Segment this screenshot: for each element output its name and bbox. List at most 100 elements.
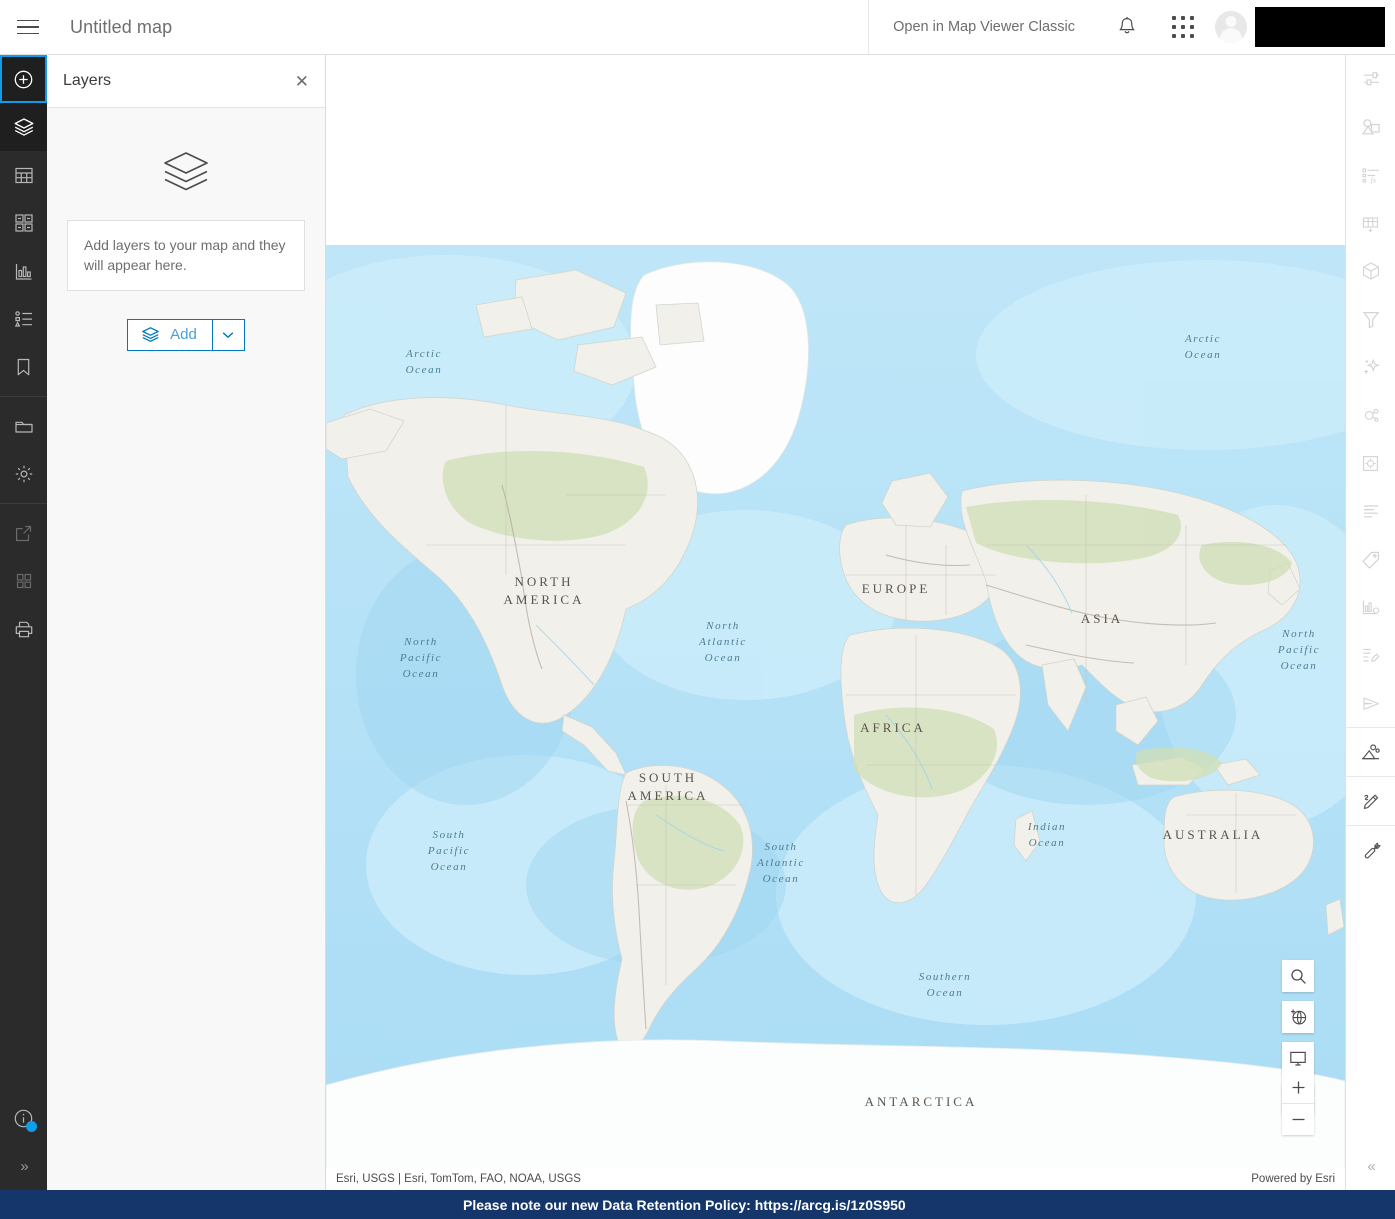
sidebar-item-folder[interactable] bbox=[0, 402, 47, 450]
svg-text:Pacific: Pacific bbox=[427, 845, 470, 857]
add-layer-split-button[interactable]: Add bbox=[127, 318, 245, 351]
data-retention-banner: Please note our new Data Retention Polic… bbox=[0, 1190, 1395, 1219]
double-chevron-right-icon: » bbox=[20, 1157, 28, 1175]
map-container[interactable]: NORTH AMERICA SOUTH AMERICA EUROPE AFRIC… bbox=[326, 55, 1345, 1190]
tool-3d-cube[interactable] bbox=[1346, 247, 1395, 295]
svg-text:North: North bbox=[705, 620, 740, 632]
svg-text:fx: fx bbox=[1370, 176, 1376, 184]
tool-forms[interactable] bbox=[1346, 631, 1395, 679]
map-canvas[interactable]: NORTH AMERICA SOUTH AMERICA EUROPE AFRIC… bbox=[326, 245, 1345, 1190]
svg-text:Pacific: Pacific bbox=[1277, 644, 1320, 656]
close-icon[interactable]: ✕ bbox=[295, 73, 309, 90]
right-toolbar-collapse[interactable]: « bbox=[1346, 1142, 1395, 1190]
svg-text:South: South bbox=[764, 841, 797, 853]
tool-filter[interactable] bbox=[1346, 295, 1395, 343]
layers-panel-header: Layers ✕ bbox=[47, 55, 325, 108]
tool-styles[interactable] bbox=[1346, 103, 1395, 151]
sidebar-item-apps[interactable] bbox=[0, 557, 47, 605]
sidebar-item-legend[interactable] bbox=[0, 295, 47, 343]
sidebar-divider bbox=[0, 396, 47, 397]
basemap-render: NORTH AMERICA SOUTH AMERICA EUROPE AFRIC… bbox=[326, 245, 1345, 1190]
svg-text:SOUTH: SOUTH bbox=[639, 770, 697, 785]
tool-labels[interactable] bbox=[1346, 487, 1395, 535]
chevron-down-icon bbox=[223, 331, 234, 338]
tool-basemap-edit[interactable] bbox=[1346, 728, 1395, 776]
tool-aggregation[interactable] bbox=[1346, 439, 1395, 487]
svg-text:Ocean: Ocean bbox=[1029, 837, 1066, 849]
svg-text:Ocean: Ocean bbox=[763, 873, 800, 885]
svg-text:Indian: Indian bbox=[1027, 821, 1066, 833]
sidebar-item-layers[interactable] bbox=[0, 103, 47, 151]
svg-text:AUSTRALIA: AUSTRALIA bbox=[1163, 827, 1264, 842]
tool-sketch-send[interactable] bbox=[1346, 679, 1395, 727]
monitor-icon[interactable] bbox=[1282, 1042, 1314, 1074]
attribution-text: Esri, USGS | Esri, TomTom, FAO, NOAA, US… bbox=[336, 1173, 581, 1185]
zoom-in-button[interactable] bbox=[1282, 1071, 1314, 1103]
svg-text:Ocean: Ocean bbox=[1185, 349, 1222, 361]
svg-text:AMERICA: AMERICA bbox=[628, 788, 709, 803]
svg-text:ASIA: ASIA bbox=[1081, 611, 1123, 626]
sidebar-item-bookmarks[interactable] bbox=[0, 343, 47, 391]
sidebar-item-expand-rail[interactable]: » bbox=[0, 1142, 47, 1190]
svg-text:Southern: Southern bbox=[919, 971, 972, 983]
layers-icon bbox=[142, 327, 159, 343]
svg-text:North: North bbox=[403, 636, 438, 648]
sidebar-divider-2 bbox=[0, 503, 47, 504]
zoom-controls bbox=[1282, 1071, 1314, 1135]
svg-text:AFRICA: AFRICA bbox=[860, 720, 926, 735]
sidebar-item-add-layer[interactable] bbox=[0, 55, 47, 103]
svg-text:ANTARCTICA: ANTARCTICA bbox=[865, 1094, 978, 1109]
sidebar-item-charts[interactable] bbox=[0, 247, 47, 295]
svg-text:Arctic: Arctic bbox=[405, 348, 442, 360]
globe-locate-icon[interactable] bbox=[1282, 1001, 1314, 1033]
add-button-label: Add bbox=[170, 326, 197, 344]
zoom-out-button[interactable] bbox=[1282, 1103, 1314, 1135]
hamburger-menu-icon[interactable] bbox=[0, 0, 55, 55]
svg-text:Ocean: Ocean bbox=[406, 364, 443, 376]
tool-effects[interactable] bbox=[1346, 343, 1395, 391]
tool-sketch[interactable] bbox=[1346, 777, 1395, 825]
svg-text:NORTH: NORTH bbox=[515, 574, 574, 589]
tool-popups[interactable] bbox=[1346, 535, 1395, 583]
magnifier-icon[interactable] bbox=[1282, 960, 1314, 992]
svg-text:Atlantic: Atlantic bbox=[698, 636, 747, 648]
right-toolbar: fx « bbox=[1345, 55, 1395, 1190]
bell-icon[interactable] bbox=[1099, 0, 1155, 55]
right-toolbar-spacer bbox=[1346, 874, 1395, 1142]
tool-wrench[interactable] bbox=[1346, 826, 1395, 874]
svg-text:North: North bbox=[1281, 628, 1316, 640]
tool-clustering[interactable] bbox=[1346, 391, 1395, 439]
svg-text:AMERICA: AMERICA bbox=[504, 592, 585, 607]
tool-fields[interactable]: fx bbox=[1346, 151, 1395, 199]
tool-properties[interactable] bbox=[1346, 55, 1395, 103]
sidebar-item-print[interactable] bbox=[0, 605, 47, 653]
page-title: Untitled map bbox=[70, 16, 173, 37]
svg-text:EUROPE: EUROPE bbox=[862, 581, 931, 596]
open-in-map-viewer-classic-link[interactable]: Open in Map Viewer Classic bbox=[868, 0, 1099, 55]
sidebar-item-share[interactable] bbox=[0, 509, 47, 557]
user-avatar-icon[interactable] bbox=[1215, 11, 1247, 43]
layers-panel-body: Add layers to your map and they will app… bbox=[47, 108, 325, 351]
sidebar-item-tables[interactable] bbox=[0, 151, 47, 199]
map-attribution-bar: Esri, USGS | Esri, TomTom, FAO, NOAA, US… bbox=[326, 1168, 1345, 1190]
powered-by-esri-label: Powered by Esri bbox=[1251, 1173, 1335, 1185]
apps-grid-icon[interactable] bbox=[1155, 0, 1211, 55]
add-button[interactable]: Add bbox=[128, 320, 212, 350]
svg-text:Ocean: Ocean bbox=[927, 987, 964, 999]
add-dropdown-toggle[interactable] bbox=[211, 319, 244, 350]
double-chevron-left-icon: « bbox=[1367, 1157, 1375, 1175]
svg-text:Ocean: Ocean bbox=[431, 861, 468, 873]
left-sidebar: » bbox=[0, 55, 47, 1190]
svg-text:Atlantic: Atlantic bbox=[756, 857, 805, 869]
sidebar-item-settings[interactable] bbox=[0, 450, 47, 498]
layers-empty-message: Add layers to your map and they will app… bbox=[67, 220, 305, 291]
banner-message: Please note our new Data Retention Polic… bbox=[463, 1196, 906, 1213]
sidebar-item-about[interactable] bbox=[0, 1094, 47, 1142]
sidebar-item-basemap[interactable] bbox=[0, 199, 47, 247]
layers-stack-icon bbox=[67, 108, 305, 220]
svg-text:Pacific: Pacific bbox=[399, 652, 442, 664]
layers-panel-title: Layers bbox=[63, 72, 112, 89]
tool-charts[interactable] bbox=[1346, 583, 1395, 631]
tool-table-add[interactable] bbox=[1346, 199, 1395, 247]
layers-panel: Layers ✕ Add layers to your map and they… bbox=[47, 55, 326, 1190]
